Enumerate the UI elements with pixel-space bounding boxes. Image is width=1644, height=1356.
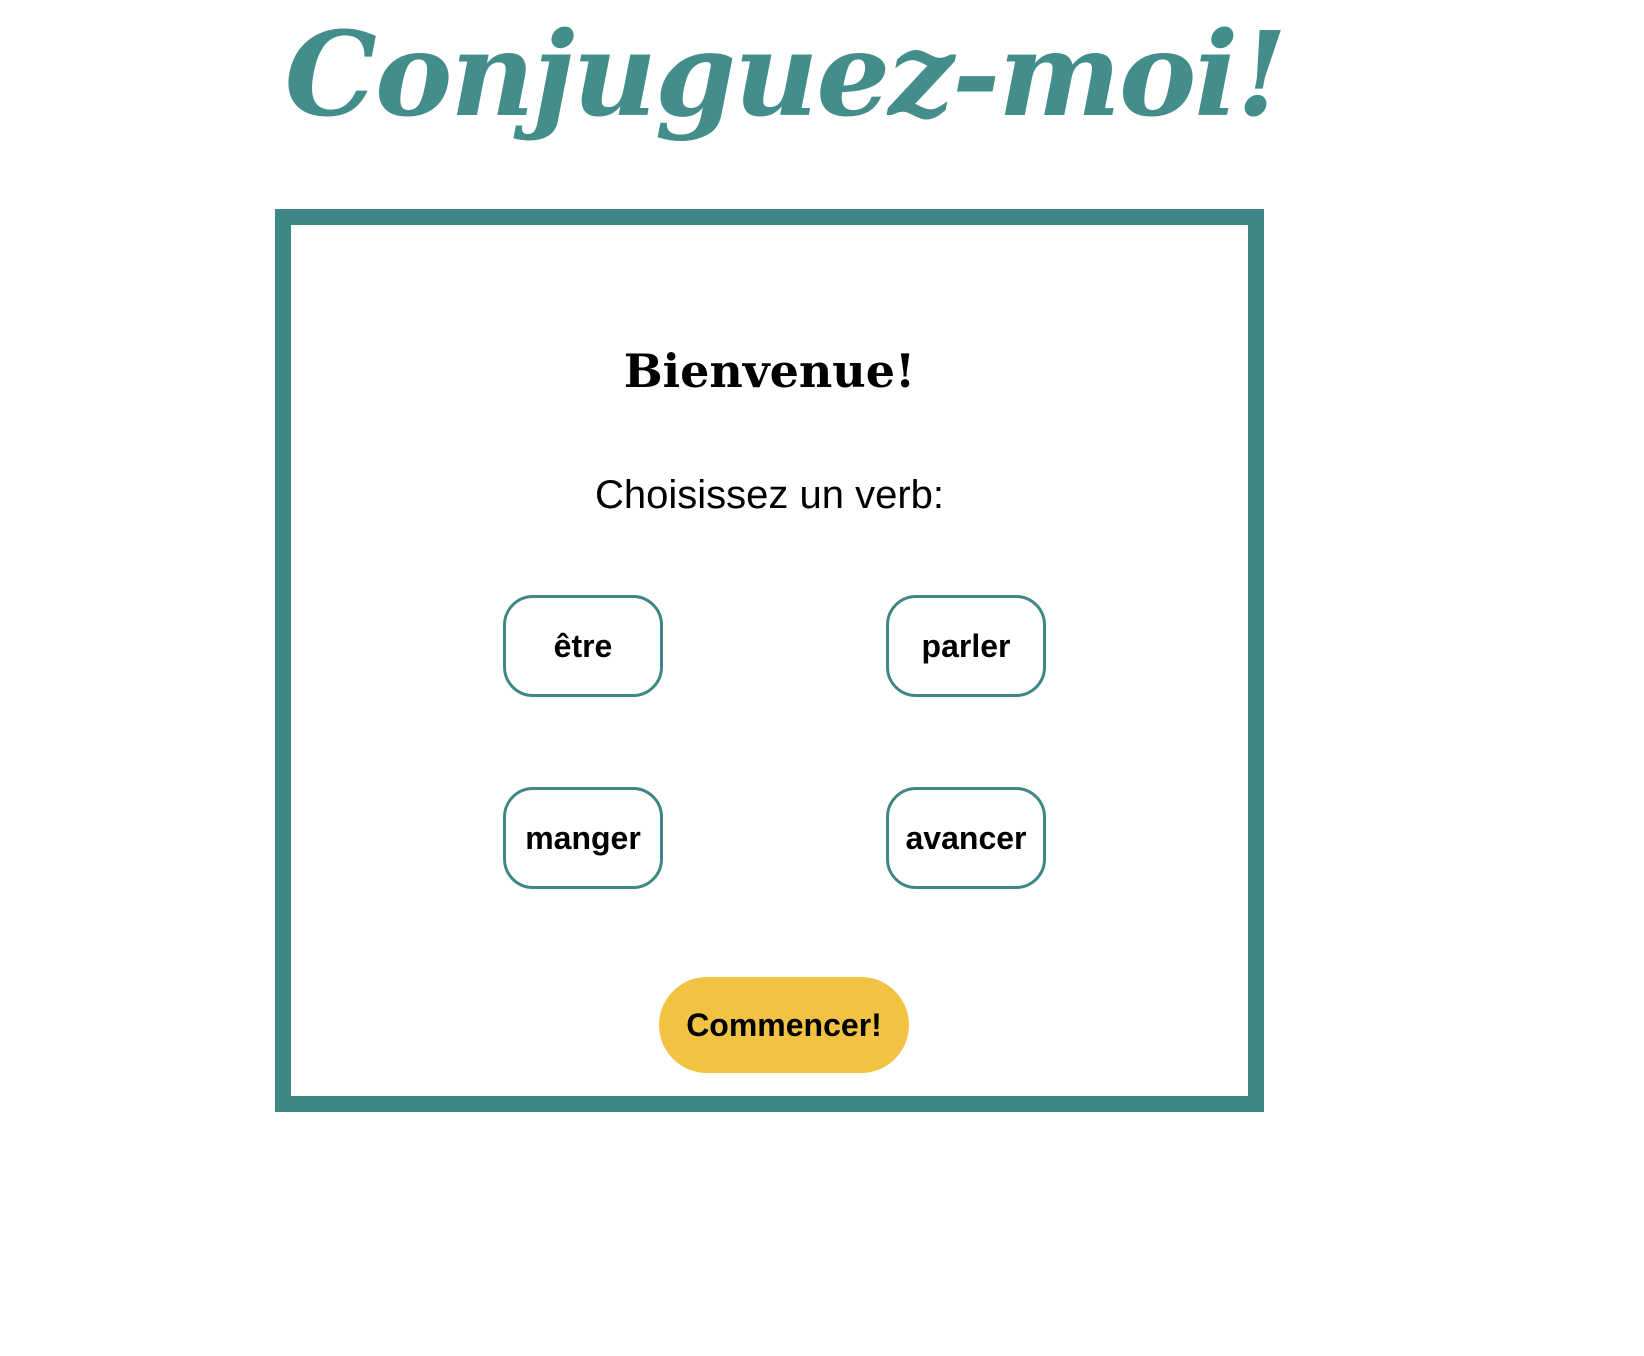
verb-button-avancer[interactable]: avancer bbox=[886, 787, 1046, 889]
verb-button-etre[interactable]: être bbox=[503, 595, 663, 697]
page: Conjuguez-moi! Bienvenue! Choisissez un … bbox=[0, 0, 1644, 1356]
app-title: Conjuguez-moi! bbox=[284, 7, 1288, 143]
verb-button-parler[interactable]: parler bbox=[886, 595, 1046, 697]
choose-verb-prompt: Choisissez un verb: bbox=[594, 473, 945, 517]
welcome-heading: Bienvenue! bbox=[623, 344, 916, 398]
verb-selection-card: Bienvenue! Choisissez un verb: être parl… bbox=[275, 209, 1264, 1112]
verb-button-manger[interactable]: manger bbox=[503, 787, 663, 889]
start-button[interactable]: Commencer! bbox=[659, 977, 909, 1073]
